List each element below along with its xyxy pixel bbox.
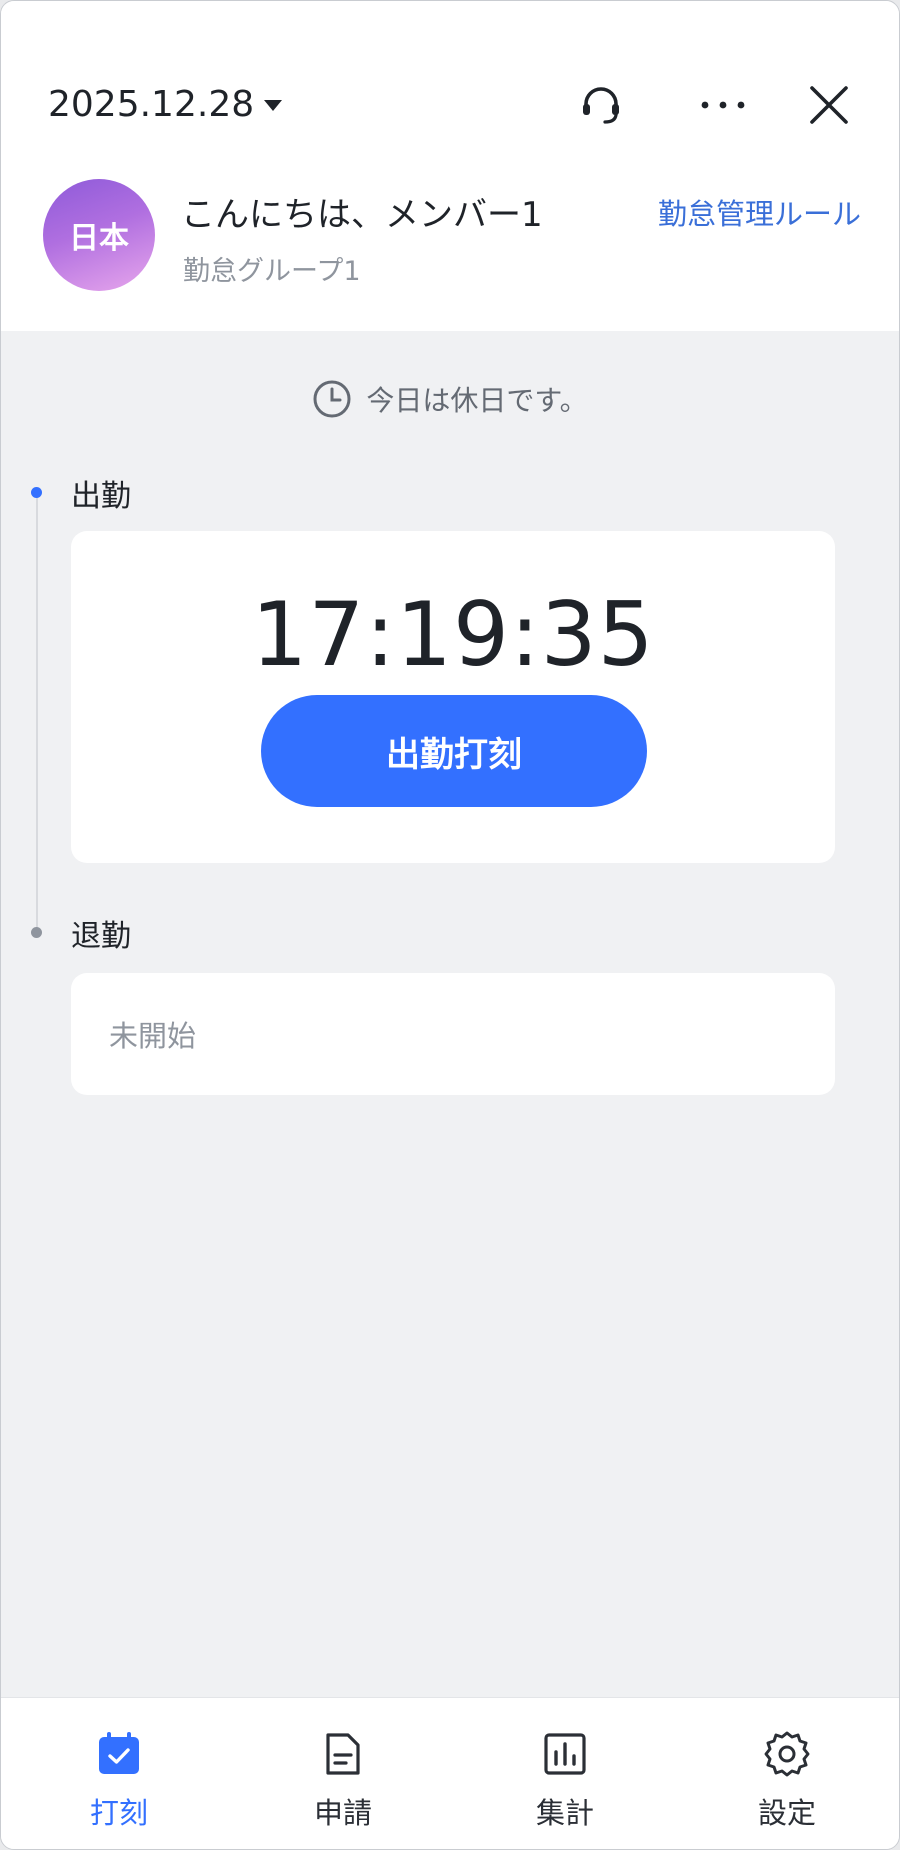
close-button[interactable] xyxy=(801,77,857,133)
avatar-text: 日本 xyxy=(69,221,129,256)
document-icon xyxy=(326,1733,360,1775)
support-button[interactable] xyxy=(573,77,629,133)
nav-item-stats[interactable]: 集計 xyxy=(485,1698,645,1849)
holiday-text: 今日は休日です。 xyxy=(366,384,588,417)
nav-label-punch: 打刻 xyxy=(89,1796,148,1830)
nav-icon-wrapper xyxy=(93,1728,145,1780)
nav-label-stats: 集計 xyxy=(535,1796,594,1830)
clock-in-label: 出勤 xyxy=(71,479,131,514)
nav-icon-wrapper xyxy=(317,1728,369,1780)
nav-label-settings: 設定 xyxy=(757,1796,816,1830)
bottom-nav: 打刻 申請 集計 設定 xyxy=(1,1697,899,1849)
current-time: 17:19:35 xyxy=(251,583,655,686)
attendance-window: 2025.12.28 日本 こんにちは、メンバー1 勤怠グループ1 勤怠管理ルー… xyxy=(0,0,900,1850)
timeline-line xyxy=(36,493,38,931)
group-name: 勤怠グループ1 xyxy=(183,256,361,287)
date-picker[interactable]: 2025.12.28 xyxy=(48,79,283,129)
nav-label-apply: 申請 xyxy=(313,1796,372,1830)
nav-icon-wrapper xyxy=(761,1728,813,1780)
more-horizontal-icon xyxy=(701,101,745,109)
timeline-dot-clock-in xyxy=(31,487,42,498)
clock-out-label: 退勤 xyxy=(71,919,131,954)
avatar: 日本 xyxy=(43,179,155,291)
nav-icon-wrapper xyxy=(539,1728,591,1780)
calendar-check-icon xyxy=(99,1732,139,1774)
caret-down-icon xyxy=(264,99,283,111)
more-button[interactable] xyxy=(695,77,751,133)
clock-out-card: 未開始 xyxy=(71,973,835,1095)
close-icon xyxy=(810,86,848,124)
date-text: 2025.12.28 xyxy=(48,83,255,125)
greeting: こんにちは、メンバー1 xyxy=(181,195,543,235)
headset-icon xyxy=(583,87,619,124)
nav-item-settings[interactable]: 設定 xyxy=(707,1698,867,1849)
clock-out-status: 未開始 xyxy=(109,1019,197,1053)
clock-icon xyxy=(313,380,351,418)
header: 2025.12.28 日本 こんにちは、メンバー1 勤怠グループ1 勤怠管理ルー… xyxy=(1,1,899,331)
clock-in-button[interactable]: 出勤打刻 xyxy=(261,695,647,807)
nav-item-apply[interactable]: 申請 xyxy=(263,1698,423,1849)
gear-icon xyxy=(764,1731,810,1777)
clock-in-card: 17:19:35 出勤打刻 xyxy=(71,531,835,863)
holiday-notice: 今日は休日です。 xyxy=(1,379,899,419)
timeline-dot-clock-out xyxy=(31,927,42,938)
bar-chart-icon xyxy=(544,1733,586,1775)
attendance-rule-link[interactable]: 勤怠管理ルール xyxy=(658,191,861,233)
nav-item-punch[interactable]: 打刻 xyxy=(39,1698,199,1849)
